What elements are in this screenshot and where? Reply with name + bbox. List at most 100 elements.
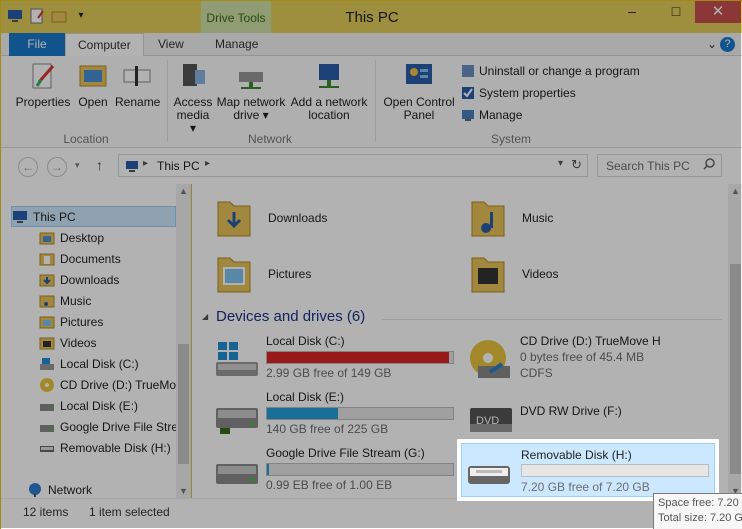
drive-usage-fill (267, 464, 269, 475)
properties-button[interactable]: Properties (15, 60, 71, 109)
folder-label: Pictures (268, 267, 312, 281)
folder-downloads[interactable]: Downloads (214, 196, 327, 240)
content-scrollbar[interactable]: ▲ ▼ (728, 184, 742, 498)
drive-tile[interactable]: CD Drive (D:) TrueMove H 0 bytes free of… (468, 334, 718, 384)
music-folder-icon (468, 196, 508, 240)
back-button[interactable]: ← (18, 157, 38, 177)
refresh-icon[interactable]: ↻ (571, 157, 582, 173)
address-bar[interactable]: ▸ This PC ▸ ▾ ↻ (118, 154, 588, 177)
nav-item-label: CD Drive (D:) TrueMove (60, 377, 189, 392)
map-network-drive-button[interactable]: Map network drive ▾ (215, 60, 287, 122)
nav-item-music[interactable]: Music (39, 290, 91, 311)
tab-view[interactable]: View (146, 33, 196, 56)
drive-usage-bar (266, 407, 454, 420)
nav-item-removable-disk-h[interactable]: Removable Disk (H:) (39, 437, 171, 458)
open-control-panel-button[interactable]: Open Control Panel (381, 60, 457, 122)
rename-label: Rename (115, 95, 161, 109)
folder-pictures[interactable]: Pictures (214, 252, 311, 296)
manage-button[interactable]: Manage (461, 108, 522, 122)
nav-item-label: Local Disk (E:) (60, 398, 139, 413)
tab-computer[interactable]: Computer (65, 33, 144, 56)
drive-name: Removable Disk (H:) (521, 448, 632, 462)
nav-item-label: Documents (60, 251, 121, 266)
nav-item-network[interactable]: Network (27, 479, 92, 498)
folder-videos[interactable]: Videos (468, 252, 558, 296)
rename-button[interactable]: Rename (115, 60, 161, 109)
scroll-up-icon[interactable]: ▲ (731, 186, 740, 196)
map-network-drive-label-2: drive ▾ (233, 108, 269, 122)
drive-tooltip: Space free: 7.20 GB Total size: 7.20 GB (653, 493, 742, 529)
media-icon (177, 60, 209, 92)
add-network-location-button[interactable]: Add a network location (289, 60, 369, 122)
up-arrow-icon[interactable]: ↑ (96, 157, 103, 173)
folder-label: Videos (522, 267, 559, 281)
folder-icon (39, 335, 55, 351)
drive-name: Local Disk (C:) (266, 334, 345, 348)
nav-item-google-drive[interactable]: Google Drive File Stream (39, 416, 190, 437)
nav-item-cd-drive-d[interactable]: CD Drive (D:) TrueMove (39, 374, 189, 395)
navigation-pane: This PC Desktop Documents Downloads Musi… (1, 184, 191, 498)
breadcrumb-chevron-icon[interactable]: ▸ (205, 158, 210, 169)
uninstall-program-button[interactable]: Uninstall or change a program (461, 64, 640, 78)
tab-manage[interactable]: Manage (203, 33, 270, 56)
usb-icon (39, 440, 55, 456)
folder-icon (39, 272, 55, 288)
system-properties-button[interactable]: System properties (461, 86, 576, 100)
search-input[interactable]: Search This PC (597, 154, 722, 177)
nav-item-label: Desktop (60, 230, 105, 245)
collapse-section-icon[interactable]: ◢ (202, 312, 208, 321)
scrollbar-thumb[interactable] (178, 344, 189, 464)
drive-usage-bar (521, 464, 709, 477)
nav-item-desktop[interactable]: Desktop (39, 227, 104, 248)
nav-item-pictures[interactable]: Pictures (39, 311, 103, 332)
nav-item-local-disk-c[interactable]: Local Disk (C:) (39, 353, 139, 374)
drive-usage-bar (266, 463, 454, 476)
access-media-button[interactable]: Access media ▾ (173, 60, 213, 135)
drive-tile[interactable]: DVD DVD RW Drive (F:) (468, 390, 718, 440)
address-dropdown-icon[interactable]: ▾ (558, 158, 563, 169)
drive-icon (214, 394, 260, 436)
tooltip-total-size: Total size: 7.20 GB (658, 512, 742, 524)
rename-icon (121, 60, 153, 92)
forward-button[interactable]: → (47, 157, 67, 177)
devices-section-heading[interactable]: Devices and drives (6) (216, 308, 365, 325)
drive-tile[interactable]: Local Disk (C:) 2.99 GB free of 149 GB (214, 334, 464, 384)
cd-icon (39, 377, 55, 393)
manage-icon (461, 108, 475, 122)
add-network-location-label-2: location (308, 108, 350, 122)
usb-drive-icon (466, 452, 512, 494)
nav-scrollbar[interactable]: ▲ ▼ (176, 184, 190, 498)
drive-name: DVD RW Drive (F:) (520, 404, 622, 418)
nav-item-downloads[interactable]: Downloads (39, 269, 119, 290)
drive-tile[interactable]: Local Disk (E:) 140 GB free of 225 GB (214, 390, 464, 440)
access-media-label-2: media ▾ (176, 108, 210, 135)
nav-item-this-pc[interactable]: This PC (11, 206, 176, 227)
breadcrumb-this-pc[interactable]: This PC (157, 159, 200, 173)
minimize-button[interactable]: – (617, 3, 647, 23)
ribbon-collapse-icon[interactable]: ⌄ (707, 33, 717, 56)
tab-file[interactable]: File (9, 33, 65, 56)
tooltip-space-free: Space free: 7.20 GB (658, 497, 742, 509)
scroll-up-icon[interactable]: ▲ (179, 186, 188, 196)
close-button[interactable]: ✕ (695, 1, 741, 23)
drive-free-space: 140 GB free of 225 GB (266, 422, 389, 436)
nav-item-videos[interactable]: Videos (39, 332, 96, 353)
dvd-drive-icon: DVD (468, 394, 514, 436)
maximize-button[interactable]: □ (661, 3, 691, 23)
title-bar: ▾ Drive Tools This PC – □ ✕ (1, 1, 742, 33)
drive-tile-selected[interactable]: Removable Disk (H:) 7.20 GB free of 7.20… (461, 443, 715, 497)
ribbon-divider (167, 60, 168, 142)
nav-item-local-disk-e[interactable]: Local Disk (E:) (39, 395, 138, 416)
drive-icon (39, 398, 55, 414)
ribbon: Properties Open Rename Location Access m… (1, 56, 742, 148)
recent-locations-icon[interactable]: ▾ (75, 160, 80, 171)
folder-music[interactable]: Music (468, 196, 553, 240)
open-label: Open (78, 95, 108, 109)
help-icon[interactable]: ? (720, 37, 735, 52)
scrollbar-thumb[interactable] (730, 264, 741, 474)
open-button[interactable]: Open (76, 60, 110, 109)
drive-tile[interactable]: Google Drive File Stream (G:) 0.99 EB fr… (214, 446, 464, 496)
nav-item-documents[interactable]: Documents (39, 248, 121, 269)
scroll-down-icon[interactable]: ▼ (179, 486, 188, 496)
computer-icon (12, 209, 28, 225)
